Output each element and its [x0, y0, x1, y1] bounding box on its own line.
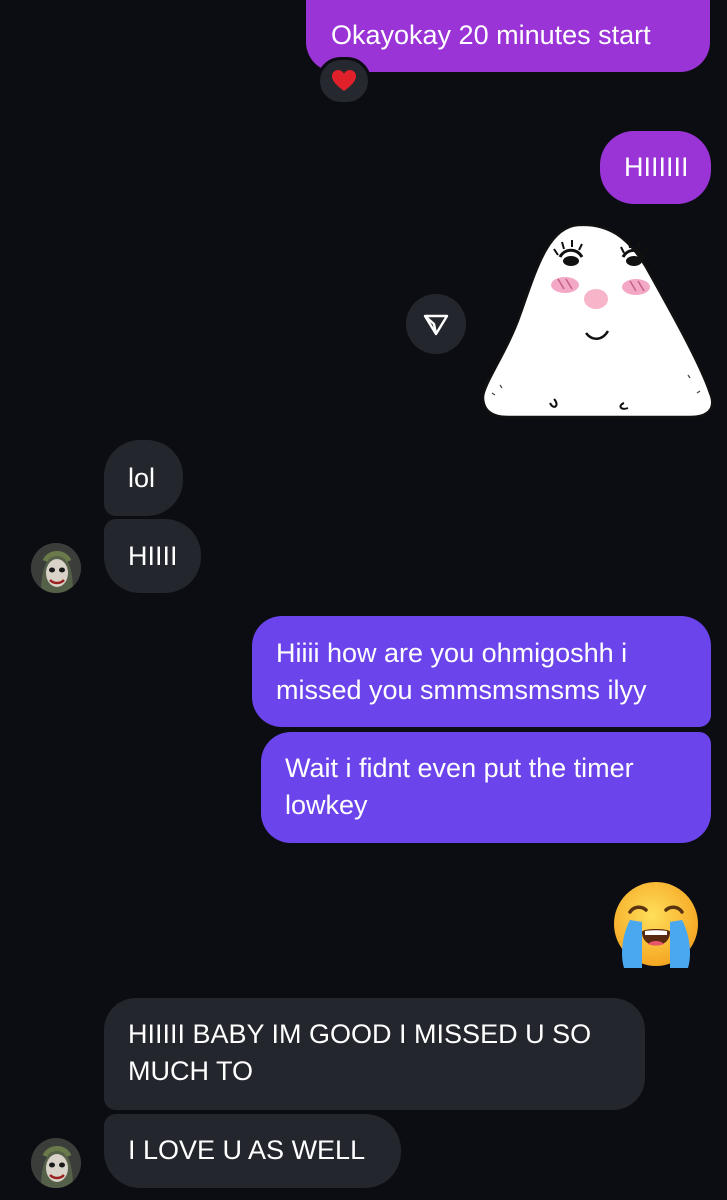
loudly-crying-emoji[interactable]: [612, 880, 700, 968]
onigiri-blush-sticker-icon: [481, 223, 714, 419]
onigiri-sticker[interactable]: [478, 215, 718, 420]
message-bubble-outgoing[interactable]: Okayokay 20 minutes start: [306, 0, 710, 72]
send-icon: [423, 314, 449, 336]
message-bubble-outgoing[interactable]: HIIIIII: [600, 131, 711, 204]
heart-icon: [332, 70, 356, 91]
message-bubble-outgoing[interactable]: Hiiii how are you ohmigoshh i missed you…: [252, 616, 711, 727]
loudly-crying-face-icon: [614, 882, 698, 968]
avatar[interactable]: [31, 543, 81, 593]
message-bubble-incoming[interactable]: HIIIII BABY IM GOOD I MISSED U SO MUCH T…: [104, 998, 645, 1110]
joker-avatar-icon: [31, 1138, 81, 1188]
heart-reaction[interactable]: [317, 57, 371, 105]
message-bubble-outgoing[interactable]: Wait i fidnt even put the timer lowkey: [261, 732, 711, 843]
joker-avatar-icon: [31, 543, 81, 593]
message-bubble-incoming[interactable]: HIIII: [104, 519, 201, 593]
share-button[interactable]: [406, 294, 466, 354]
message-bubble-incoming[interactable]: lol: [104, 440, 183, 516]
message-bubble-incoming[interactable]: I LOVE U AS WELL: [104, 1114, 401, 1188]
avatar[interactable]: [31, 1138, 81, 1188]
